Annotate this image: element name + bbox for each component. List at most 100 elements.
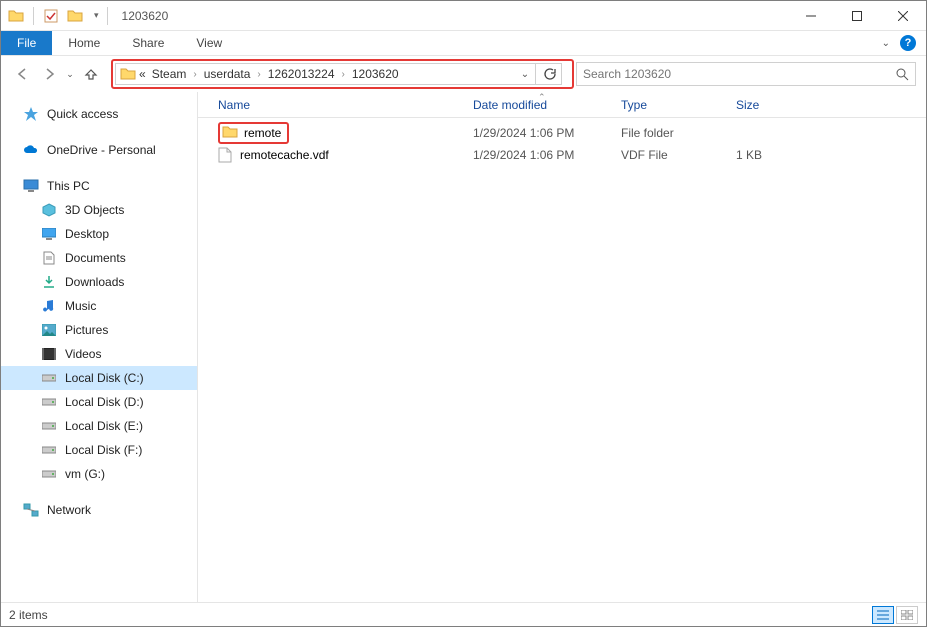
item-count: 2 items	[9, 608, 48, 622]
chevron-right-icon[interactable]: ›	[338, 69, 349, 80]
qat-dropdown-icon[interactable]: ▾	[94, 10, 99, 21]
sidebar-item-label: Desktop	[65, 227, 109, 241]
sidebar-item-local-disk-c[interactable]: Local Disk (C:)	[1, 366, 197, 390]
file-type: VDF File	[621, 148, 736, 162]
thumbnails-view-button[interactable]	[896, 606, 918, 624]
sidebar-item-3d-objects[interactable]: 3D Objects	[1, 198, 197, 222]
sidebar-item-label: Local Disk (F:)	[65, 443, 142, 457]
column-header-type[interactable]: Type	[621, 98, 736, 112]
ribbon-expand-icon[interactable]: ⌄	[882, 38, 890, 49]
column-header-size[interactable]: Size	[736, 98, 816, 112]
maximize-button[interactable]	[834, 1, 880, 31]
tab-share[interactable]: Share	[116, 31, 180, 55]
file-icon	[218, 147, 234, 163]
drive-icon	[41, 418, 57, 434]
file-date: 1/29/2024 1:06 PM	[473, 126, 621, 140]
properties-icon[interactable]	[42, 7, 60, 25]
sidebar-item-label: Pictures	[65, 323, 108, 337]
ribbon: File Home Share View ⌄ ?	[1, 31, 926, 56]
sidebar-item-label: 3D Objects	[65, 203, 124, 217]
breadcrumb-segment[interactable]: 1262013224	[265, 67, 338, 81]
sidebar-item-quick-access[interactable]: Quick access	[1, 102, 197, 126]
sidebar-item-downloads[interactable]: Downloads	[1, 270, 197, 294]
drive-icon	[41, 466, 57, 482]
help-icon[interactable]: ?	[900, 35, 916, 51]
file-tab[interactable]: File	[1, 31, 52, 55]
details-view-button[interactable]	[872, 606, 894, 624]
quick-access-toolbar: ▾ 1203620	[1, 7, 168, 25]
sidebar-item-vm-g[interactable]: vm (G:)	[1, 462, 197, 486]
folder-icon[interactable]	[66, 7, 84, 25]
sidebar-item-local-disk-f[interactable]: Local Disk (F:)	[1, 438, 197, 462]
sidebar-item-label: OneDrive - Personal	[47, 143, 156, 157]
drive-icon	[41, 394, 57, 410]
breadcrumb-segment[interactable]: Steam	[149, 67, 190, 81]
file-list: remote 1/29/2024 1:06 PM File folder rem…	[198, 118, 926, 602]
video-icon	[41, 346, 57, 362]
file-list-pane: Name Date modified Type Size ⌃ remote 1/…	[198, 92, 926, 602]
sidebar-item-label: Quick access	[47, 107, 118, 121]
window-title: 1203620	[122, 9, 169, 23]
breadcrumb-overflow[interactable]: «	[136, 67, 149, 81]
sidebar-item-label: vm (G:)	[65, 467, 105, 481]
separator	[33, 7, 34, 25]
file-highlight: remote	[218, 122, 289, 144]
navigation-pane: Quick access OneDrive - Personal This PC…	[1, 92, 198, 602]
recent-locations-icon[interactable]: ⌄	[63, 69, 77, 80]
sidebar-item-label: This PC	[47, 179, 90, 193]
document-icon	[41, 250, 57, 266]
search-input[interactable]	[583, 67, 895, 81]
search-box[interactable]	[576, 62, 916, 86]
music-icon	[41, 298, 57, 314]
sidebar-item-documents[interactable]: Documents	[1, 246, 197, 270]
address-bar-highlight: « Steam › userdata › 1262013224 › 120362…	[111, 59, 574, 89]
sidebar-item-label: Local Disk (C:)	[65, 371, 144, 385]
back-button[interactable]	[11, 62, 35, 86]
sidebar-item-label: Network	[47, 503, 91, 517]
cloud-icon	[23, 142, 39, 158]
body: Quick access OneDrive - Personal This PC…	[1, 92, 926, 602]
navigation-bar: ⌄ « Steam › userdata › 1262013224 › 1203…	[1, 56, 926, 92]
sidebar-item-music[interactable]: Music	[1, 294, 197, 318]
address-bar[interactable]: « Steam › userdata › 1262013224 › 120362…	[115, 63, 536, 85]
sidebar-item-local-disk-e[interactable]: Local Disk (E:)	[1, 414, 197, 438]
up-button[interactable]	[79, 62, 103, 86]
sidebar-item-local-disk-d[interactable]: Local Disk (D:)	[1, 390, 197, 414]
folder-icon	[7, 7, 25, 25]
sidebar-item-label: Downloads	[65, 275, 124, 289]
separator	[107, 7, 108, 25]
sidebar-item-onedrive[interactable]: OneDrive - Personal	[1, 138, 197, 162]
search-icon[interactable]	[895, 67, 909, 81]
minimize-button[interactable]	[788, 1, 834, 31]
breadcrumb-segment[interactable]: 1203620	[349, 67, 402, 81]
file-row[interactable]: remote 1/29/2024 1:06 PM File folder	[198, 122, 926, 144]
refresh-button[interactable]	[536, 63, 562, 85]
tab-home[interactable]: Home	[52, 31, 116, 55]
forward-button[interactable]	[37, 62, 61, 86]
status-bar: 2 items	[1, 602, 926, 626]
drive-icon	[41, 442, 57, 458]
sidebar-item-label: Local Disk (E:)	[65, 419, 143, 433]
download-icon	[41, 274, 57, 290]
chevron-right-icon[interactable]: ›	[253, 69, 264, 80]
sidebar-item-this-pc[interactable]: This PC	[1, 174, 197, 198]
sidebar-item-pictures[interactable]: Pictures	[1, 318, 197, 342]
sort-indicator-icon: ⌃	[538, 92, 546, 103]
tab-view[interactable]: View	[180, 31, 238, 55]
file-name: remote	[244, 126, 281, 140]
sidebar-item-label: Documents	[65, 251, 126, 265]
titlebar: ▾ 1203620	[1, 1, 926, 31]
column-header-date[interactable]: Date modified	[473, 98, 621, 112]
sidebar-item-desktop[interactable]: Desktop	[1, 222, 197, 246]
sidebar-item-label: Music	[65, 299, 96, 313]
sidebar-item-network[interactable]: Network	[1, 498, 197, 522]
chevron-right-icon[interactable]: ›	[189, 69, 200, 80]
close-button[interactable]	[880, 1, 926, 31]
breadcrumb-segment[interactable]: userdata	[201, 67, 254, 81]
explorer-window: ▾ 1203620 File Home Share View ⌄ ? ⌄	[0, 0, 927, 627]
address-dropdown-icon[interactable]: ⌄	[515, 69, 535, 80]
sidebar-item-videos[interactable]: Videos	[1, 342, 197, 366]
sidebar-item-label: Local Disk (D:)	[65, 395, 144, 409]
file-row[interactable]: remotecache.vdf 1/29/2024 1:06 PM VDF Fi…	[198, 144, 926, 166]
column-header-name[interactable]: Name	[218, 98, 473, 112]
